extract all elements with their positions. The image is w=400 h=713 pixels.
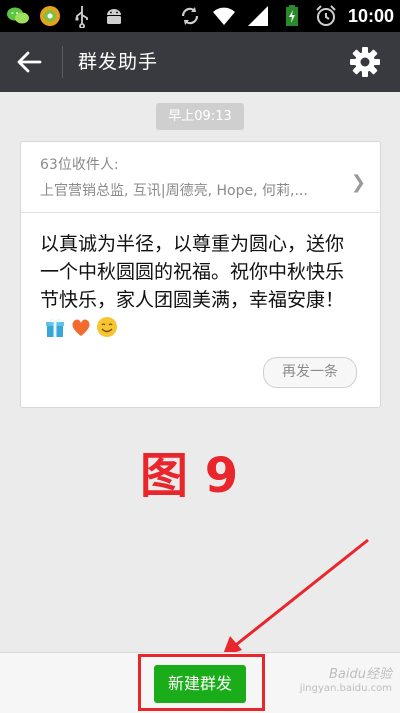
title-divider	[62, 46, 63, 78]
game-icon	[40, 6, 60, 26]
signal-icon	[247, 6, 268, 26]
status-bar: 10:00	[0, 0, 400, 32]
recipients-row[interactable]: 63位收件人: 上官营销总监, 互讯|周德亮, Hope, 何莉,... ❯	[21, 142, 380, 212]
wechat-icon	[7, 7, 29, 24]
status-right-icons: 10:00	[178, 4, 394, 28]
watermark-line2: jingyan.baidu.com	[299, 683, 392, 694]
recipient-names: 上官营销总监, 互讯|周德亮, Hope, 何莉,...	[40, 183, 308, 199]
usb-icon	[75, 6, 88, 28]
resend-button[interactable]: 再发一条	[263, 357, 357, 388]
recipient-count: 63位收件人:	[40, 157, 119, 173]
battery-icon	[285, 5, 298, 26]
heart-icon	[72, 319, 90, 336]
watermark-line1: Baidu经验	[329, 667, 392, 682]
alarm-icon	[316, 5, 336, 26]
page-title: 群发助手	[78, 51, 159, 73]
chevron-right-icon: ❯	[350, 172, 366, 193]
card-divider	[21, 212, 380, 213]
status-time: 10:00	[347, 6, 394, 26]
smile-icon	[97, 317, 117, 337]
status-left-icons	[6, 4, 126, 28]
title-bar: 群发助手	[0, 32, 400, 92]
back-button[interactable]	[12, 45, 48, 79]
wifi-icon	[212, 7, 235, 25]
sync-icon	[181, 7, 199, 25]
message-text: 以真诚为半径，以尊重为圆心，送你一个中秋圆圆的祝福。祝你中秋快乐节快乐，家人团圆…	[40, 233, 345, 311]
highlight-box	[138, 654, 265, 711]
gift-icon	[46, 318, 64, 337]
android-icon	[107, 9, 121, 24]
timestamp-chip: 早上09:13	[156, 103, 244, 130]
watermark: Baidu经验 jingyan.baidu.com	[300, 668, 392, 696]
figure-label: 图 9	[140, 448, 239, 504]
message-text-block: 以真诚为半径，以尊重为圆心，送你一个中秋圆圆的祝福。祝你中秋快乐节快乐，家人团圆…	[40, 230, 360, 342]
broadcast-card: 63位收件人: 上官营销总监, 互讯|周德亮, Hope, 何莉,... ❯ 以…	[20, 141, 381, 408]
gear-icon[interactable]	[348, 45, 382, 79]
